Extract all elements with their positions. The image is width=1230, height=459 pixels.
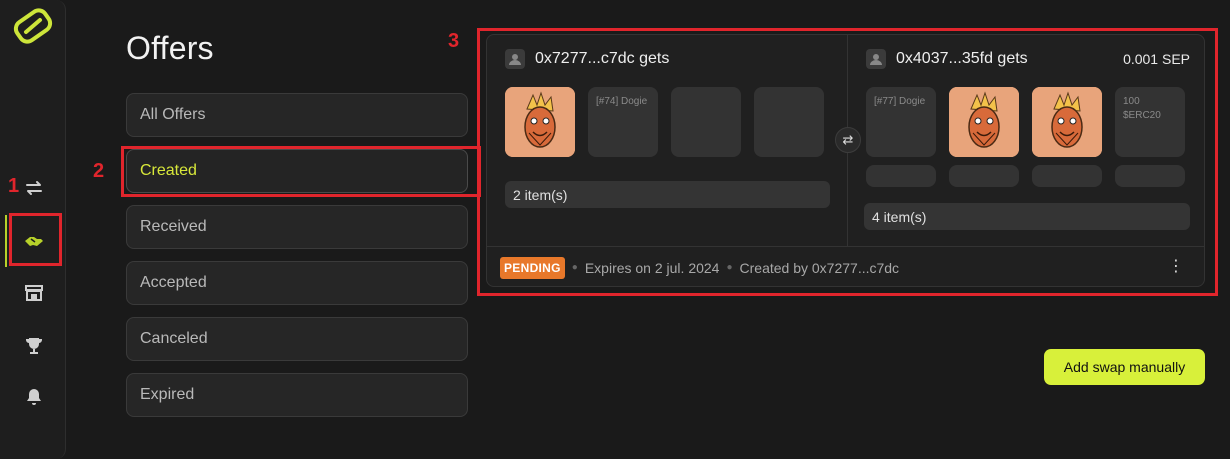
active-nav-indicator xyxy=(5,215,7,267)
filter-canceled[interactable]: Canceled xyxy=(126,317,468,361)
filter-received[interactable]: Received xyxy=(126,205,468,249)
filter-accepted[interactable]: Accepted xyxy=(126,261,468,305)
annotation-3: 3 xyxy=(448,30,460,52)
app-logo[interactable] xyxy=(12,8,54,44)
filter-all-offers[interactable]: All Offers xyxy=(126,93,468,137)
trophy-icon[interactable] xyxy=(20,332,48,360)
store-icon[interactable] xyxy=(20,279,48,307)
swap-direction-icon: ⇄ xyxy=(835,127,861,153)
swap-arrows-icon[interactable] xyxy=(20,174,48,202)
annotation-box-3 xyxy=(477,28,1218,296)
annotation-box-1 xyxy=(9,213,62,266)
add-swap-manually-button[interactable]: Add swap manually xyxy=(1044,349,1205,385)
filter-created[interactable]: Created xyxy=(126,149,468,193)
filter-expired[interactable]: Expired xyxy=(126,373,468,417)
offer-filter-list: All Offers Created Received Accepted Can… xyxy=(126,93,468,429)
annotation-1: 1 xyxy=(8,175,20,197)
annotation-2: 2 xyxy=(93,160,105,182)
bell-icon[interactable] xyxy=(20,383,48,411)
page-title: Offers xyxy=(126,30,214,66)
